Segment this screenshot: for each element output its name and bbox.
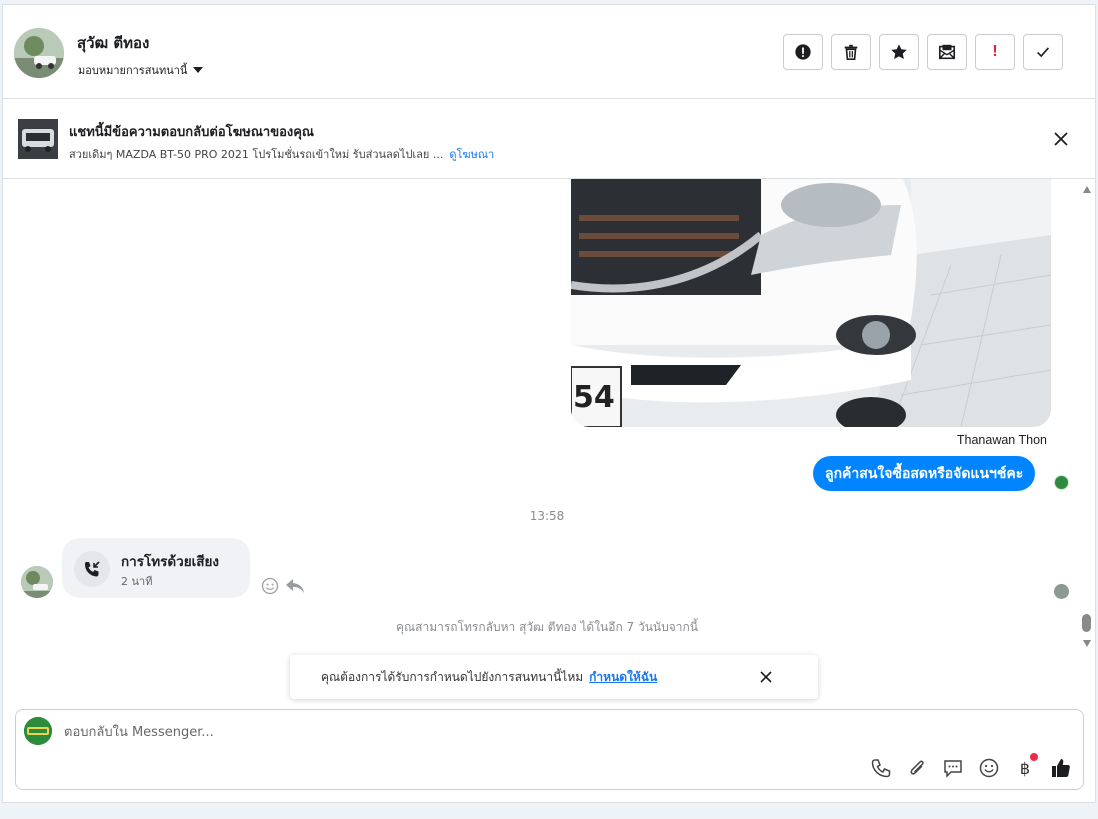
baht-symbol: ฿: [1019, 758, 1031, 778]
license-plate-text: 54: [573, 380, 615, 415]
close-icon[interactable]: [1051, 129, 1071, 149]
call-duration: 2 นาที: [121, 575, 153, 588]
seen-avatar-contact: [1054, 584, 1069, 599]
envelope-icon: [938, 44, 956, 60]
assign-to-me-link[interactable]: กำหนดให้ฉัน: [589, 670, 657, 684]
ad-thumbnail: [18, 119, 58, 159]
assign-prompt: คุณต้องการได้รับการกำหนดไปยังการสนทนานี้…: [321, 668, 657, 687]
ad-banner-title: แชทนี้มีข้อความตอบกลับต่อโฆษณาของคุณ: [69, 125, 314, 140]
composer-tools: ฿: [870, 753, 1072, 779]
like-icon[interactable]: [1050, 757, 1072, 779]
header-actions: !: [783, 34, 1063, 70]
exclamation-icon: !: [992, 43, 998, 60]
saved-reply-icon[interactable]: [942, 757, 964, 779]
conversation-header: สุวัฒ ตีทอง มอบหมายการสนทนานี้ !: [3, 4, 1095, 99]
delete-button[interactable]: [831, 34, 871, 70]
scroll-down-icon[interactable]: [1083, 640, 1091, 647]
check-icon: [1037, 47, 1050, 58]
mark-unread-button[interactable]: [927, 34, 967, 70]
ad-description-text: สวยเดิมๆ MAZDA BT-50 PRO 2021 โปรโมชั่นร…: [69, 148, 444, 161]
contact-avatar[interactable]: [14, 28, 64, 78]
inbox-panel: สุวัฒ ตีทอง มอบหมายการสนทนานี้ ! แชทนี้ม…: [2, 4, 1096, 803]
contact-name[interactable]: สุวัฒ ตีทอง: [77, 31, 149, 55]
thread-scrollbar[interactable]: [1081, 182, 1095, 652]
emoji-icon[interactable]: [978, 757, 1000, 779]
voice-call-bubble[interactable]: การโทรด้วยเสียง 2 นาที: [62, 538, 250, 598]
phone-icon[interactable]: [870, 757, 892, 779]
callback-note: คุณสามารถโทรกลับหา สุวัฒ ตีทอง ได้ในอีก …: [395, 620, 698, 634]
report-button[interactable]: [783, 34, 823, 70]
paperclip-icon[interactable]: [906, 757, 928, 779]
ad-banner-description: สวยเดิมๆ MAZDA BT-50 PRO 2021 โปรโมชั่นร…: [69, 145, 494, 163]
assign-conversation-dropdown[interactable]: มอบหมายการสนทนานี้: [78, 61, 204, 79]
contact-avatar-small[interactable]: [21, 566, 53, 598]
scrollbar-thumb[interactable]: [1082, 614, 1091, 632]
outgoing-message[interactable]: ลูกค้าสนใจซื้อสดหรือจัดแนฯช์คะ: [813, 456, 1036, 491]
scroll-up-icon[interactable]: [1083, 186, 1091, 193]
trash-icon: [844, 44, 858, 61]
time-divider: 13:58: [529, 509, 565, 523]
done-button[interactable]: [1023, 34, 1063, 70]
assign-label: มอบหมายการสนทนานี้: [78, 64, 188, 77]
follow-up-button[interactable]: !: [975, 34, 1015, 70]
reply-icon[interactable]: [285, 577, 305, 595]
message-thread: 54 Thanawan Thon ลูกค้าสนใจซื้อสดหรือจัด…: [3, 179, 1095, 704]
emoji-reaction-icon[interactable]: [261, 577, 279, 595]
assign-prompt-text: คุณต้องการได้รับการกำหนดไปยังการสนทนานี้…: [321, 670, 584, 684]
baht-icon[interactable]: ฿: [1014, 753, 1038, 779]
view-ad-link[interactable]: ดูโฆษณา: [449, 148, 494, 161]
reply-input[interactable]: [64, 722, 664, 742]
star-icon: [891, 44, 907, 60]
notification-dot: [1030, 753, 1038, 761]
missed-call-icon: [74, 551, 110, 587]
message-composer: ฿: [15, 709, 1084, 790]
alert-circle-icon: [795, 44, 811, 60]
car-photo-attachment[interactable]: 54: [571, 179, 1051, 427]
ad-reply-banner: แชทนี้มีข้อความตอบกลับต่อโฆษณาของคุณ สวย…: [3, 99, 1095, 179]
sender-name: Thanawan Thon: [956, 433, 1047, 447]
seen-avatar: [1054, 475, 1069, 490]
assign-prompt-toast: คุณต้องการได้รับการกำหนดไปยังการสนทนานี้…: [290, 655, 818, 699]
chevron-down-icon: [193, 67, 204, 73]
page-avatar: [24, 717, 52, 745]
close-icon[interactable]: [757, 668, 775, 686]
call-title: การโทรด้วยเสียง: [121, 554, 220, 570]
star-button[interactable]: [879, 34, 919, 70]
